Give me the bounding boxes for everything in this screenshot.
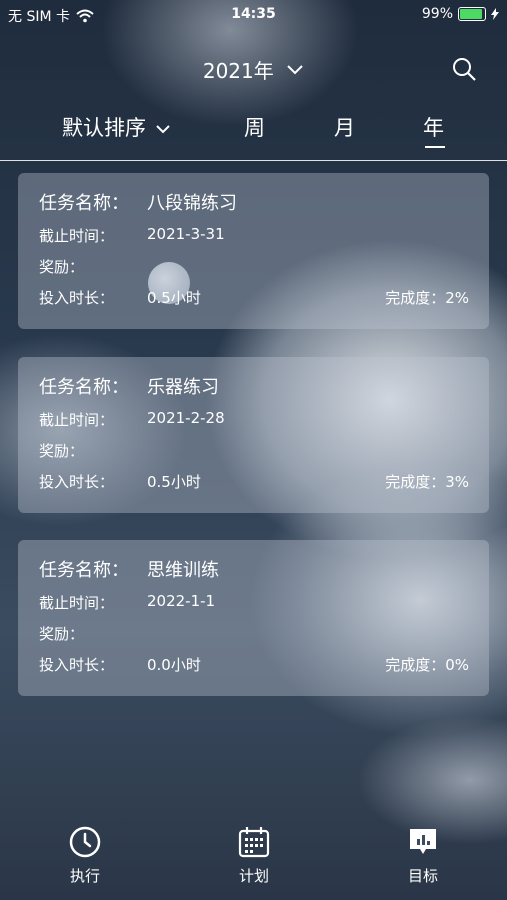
task-card[interactable]: 任务名称： 思维训练 截止时间： 2022-1-1 奖励： 投入时长： 0.0小… — [18, 540, 489, 696]
sort-label: 默认排序 — [62, 116, 146, 140]
deadline-value: 2021-3-31 — [147, 225, 225, 243]
deadline-label: 截止时间： — [39, 227, 115, 245]
nav-label-plan: 计划 — [238, 867, 269, 885]
tab-month[interactable]: 月 — [334, 112, 355, 142]
year-label: 2021年 — [202, 59, 274, 83]
progress-value: 2% — [445, 289, 469, 307]
deadline-label: 截止时间： — [39, 411, 115, 429]
tab-week[interactable]: 周 — [244, 112, 265, 142]
progress: 完成度：3% — [385, 471, 469, 492]
reward-label: 奖励： — [39, 625, 85, 643]
deadline-value: 2021-2-28 — [147, 409, 225, 427]
tab-year-label: 年 — [423, 116, 444, 140]
chevron-down-icon — [287, 64, 303, 74]
hours-label: 投入时长： — [39, 656, 115, 674]
progress-label: 完成度： — [385, 656, 446, 674]
progress-label: 完成度： — [385, 289, 446, 307]
sort-dropdown[interactable]: 默认排序 — [62, 112, 171, 142]
deadline-value: 2022-1-1 — [147, 592, 216, 610]
task-name: 思维训练 — [147, 560, 219, 581]
chevron-down-icon — [155, 125, 170, 134]
hours-value: 0.0小时 — [147, 656, 201, 674]
battery-icon — [458, 7, 486, 21]
nav-item-execute[interactable]: 执行 — [45, 825, 125, 886]
hours-value: 0.5小时 — [147, 473, 201, 491]
task-card[interactable]: 任务名称： 八段锦练习 截止时间： 2021-3-31 奖励： 投入时长： 0.… — [18, 173, 489, 329]
charging-icon — [491, 8, 499, 20]
calendar-icon — [238, 827, 270, 858]
nav-label-execute: 执行 — [69, 867, 100, 885]
chart-icon — [410, 829, 436, 854]
task-name-label: 任务名称： — [39, 377, 129, 398]
task-card[interactable]: 任务名称： 乐器练习 截止时间： 2021-2-28 奖励： 投入时长： 0.5… — [18, 357, 489, 513]
status-bar: 无 SIM 卡 14:35 99% — [0, 0, 507, 30]
year-selector[interactable]: 2021年 — [0, 55, 507, 84]
progress-value: 3% — [445, 473, 469, 491]
progress: 完成度：0% — [385, 654, 469, 675]
search-icon[interactable] — [451, 56, 477, 82]
reward-label: 奖励： — [39, 442, 85, 460]
nav-item-plan[interactable]: 计划 — [214, 825, 294, 886]
filter-bar: 默认排序 周 月 年 — [0, 108, 507, 161]
task-name: 八段锦练习 — [147, 193, 237, 214]
nav-item-goal[interactable]: 目标 — [383, 825, 463, 886]
hours-value: 0.5小时 — [147, 289, 201, 307]
hours-label: 投入时长： — [39, 289, 115, 307]
hours-label: 投入时长： — [39, 473, 115, 491]
clock-icon — [69, 826, 101, 858]
tab-year[interactable]: 年 — [423, 112, 445, 148]
task-name-label: 任务名称： — [39, 193, 129, 214]
progress-value: 0% — [445, 656, 469, 674]
progress: 完成度：2% — [385, 287, 469, 308]
task-name-label: 任务名称： — [39, 560, 129, 581]
active-tab-indicator — [425, 146, 445, 148]
nav-label-goal: 目标 — [407, 867, 438, 885]
bottom-nav: 执行 计划 目标 — [0, 815, 507, 900]
progress-label: 完成度： — [385, 473, 446, 491]
task-name: 乐器练习 — [147, 377, 219, 398]
deadline-label: 截止时间： — [39, 594, 115, 612]
reward-label: 奖励： — [39, 258, 85, 276]
battery-percent: 99% — [421, 6, 453, 22]
